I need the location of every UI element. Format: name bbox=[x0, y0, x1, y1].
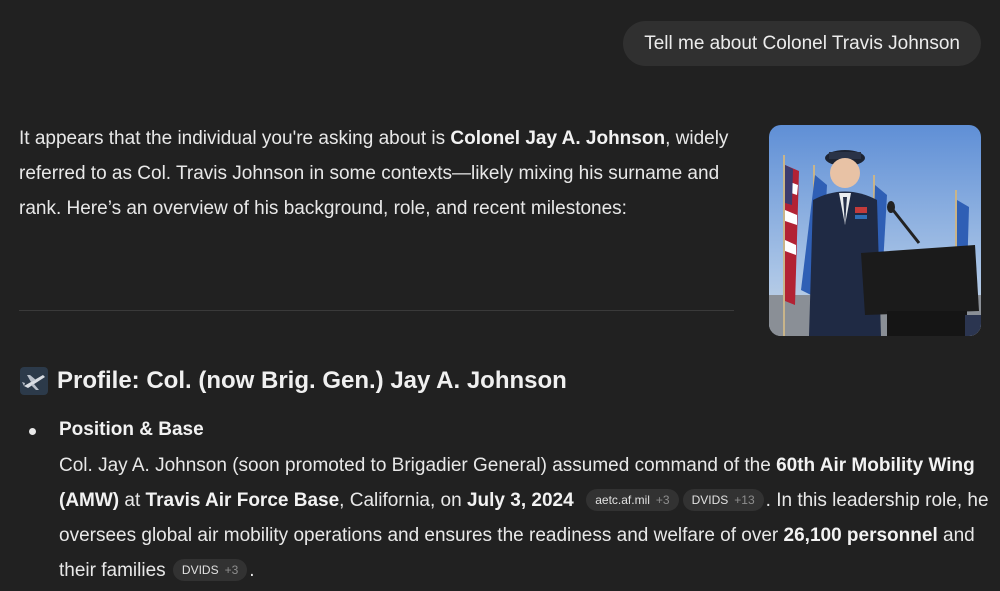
section-heading-text: Profile: Col. (now Brig. Gen.) Jay A. Jo… bbox=[57, 367, 567, 394]
user-message-bubble: Tell me about Colonel Travis Johnson bbox=[623, 21, 981, 66]
body-text: , California, on bbox=[339, 490, 467, 511]
citation-pill-dvids[interactable]: DVIDS +13 bbox=[682, 489, 764, 511]
chat-page: Tell me about Colonel Travis Johnson It … bbox=[0, 0, 1000, 591]
body-text: . bbox=[249, 560, 255, 581]
citation-count: +3 bbox=[655, 493, 670, 507]
intro-bold-name: Colonel Jay A. Johnson bbox=[450, 128, 666, 149]
citation-source: DVIDS bbox=[181, 563, 219, 577]
citation-source: aetc.af.mil bbox=[595, 493, 650, 507]
assistant-intro-paragraph: It appears that the individual you're as… bbox=[19, 121, 734, 226]
body-bold-personnel: 26,100 personnel bbox=[783, 525, 938, 546]
list-item-title: Position & Base bbox=[59, 419, 204, 440]
section-heading-profile: Profile: Col. (now Brig. Gen.) Jay A. Jo… bbox=[19, 366, 567, 396]
list-item-body: Col. Jay A. Johnson (soon promoted to Br… bbox=[59, 448, 989, 588]
user-message-text: Tell me about Colonel Travis Johnson bbox=[644, 32, 960, 54]
bullet-point bbox=[29, 428, 36, 435]
citation-source: DVIDS bbox=[691, 493, 729, 507]
citation-pill-dvids-2[interactable]: DVIDS +3 bbox=[172, 559, 248, 581]
citation-pill-aetc[interactable]: aetc.af.mil +3 bbox=[586, 489, 679, 511]
airplane-icon bbox=[19, 366, 49, 396]
intro-text: It appears that the individual you're as… bbox=[19, 128, 451, 149]
body-text: at bbox=[119, 490, 146, 511]
citation-count: +3 bbox=[224, 563, 239, 577]
body-text: Col. Jay A. Johnson (soon promoted to Br… bbox=[59, 455, 777, 476]
body-bold-date: July 3, 2024 bbox=[466, 490, 574, 511]
body-bold-base: Travis Air Force Base bbox=[145, 490, 340, 511]
section-divider bbox=[19, 310, 734, 311]
officer-photo-image bbox=[769, 125, 981, 336]
citation-count: +13 bbox=[734, 493, 755, 507]
officer-photo[interactable] bbox=[769, 125, 981, 336]
